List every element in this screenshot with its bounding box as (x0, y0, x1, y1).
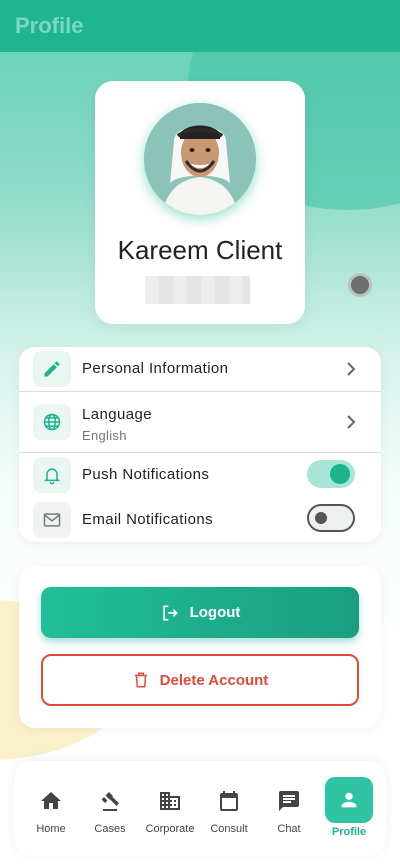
push-notifications-toggle[interactable] (307, 460, 355, 488)
status-indicator (348, 273, 372, 297)
nav-item-profile[interactable] (325, 777, 373, 823)
email-notifications-label: Email Notifications (82, 511, 213, 528)
page-title: Profile (15, 13, 84, 38)
person-icon (341, 792, 357, 808)
toggle-knob (315, 512, 327, 524)
trash-icon (134, 672, 147, 688)
gavel-icon (101, 792, 119, 811)
delete-account-label: Delete Account (159, 671, 269, 689)
nav-label: Home (36, 823, 66, 835)
account-actions-card: Logout Delete Account (19, 566, 381, 728)
settings-card: Personal Information Language English Pu… (19, 347, 381, 542)
mail-icon (33, 502, 71, 538)
app-bar: Profile (0, 0, 400, 52)
delete-account-button[interactable]: Delete Account (41, 654, 359, 706)
nav-item-consult[interactable]: Consult (199, 789, 259, 835)
globe-icon (33, 404, 71, 440)
nav-label: Chat (277, 823, 301, 835)
nav-item-chat[interactable]: Chat (259, 789, 319, 835)
logout-label: Logout (189, 604, 241, 621)
email-notifications-toggle[interactable] (307, 504, 355, 532)
redacted-email (145, 276, 250, 304)
home-icon (41, 792, 61, 809)
logout-button[interactable]: Logout (41, 587, 359, 638)
nav-label: Consult (210, 823, 248, 835)
nav-item-corporate[interactable]: Corporate (140, 789, 200, 835)
pencil-icon (33, 351, 71, 387)
chevron-right-icon (347, 415, 356, 429)
bottom-navigation: Home Cases Corporate Consult Chat Profil… (14, 761, 386, 856)
nav-label-active: Profile (331, 826, 367, 838)
language-row[interactable]: Language English (19, 392, 381, 452)
email-notifications-row: Email Notifications (19, 498, 381, 542)
personal-information-label: Personal Information (82, 360, 229, 377)
nav-label: Cases (94, 823, 126, 835)
push-notifications-label: Push Notifications (82, 466, 210, 483)
toggle-knob (330, 464, 350, 484)
logout-icon (162, 605, 178, 620)
language-label: Language (82, 406, 152, 423)
nav-item-cases[interactable]: Cases (80, 789, 140, 835)
user-name: Kareem Client (117, 235, 283, 265)
push-notifications-row: Push Notifications (19, 453, 381, 498)
personal-information-row[interactable]: Personal Information (19, 347, 381, 392)
chat-icon (279, 791, 299, 811)
profile-card: Kareem Client (95, 81, 305, 324)
nav-label: Corporate (145, 823, 195, 835)
chevron-right-icon (347, 362, 356, 376)
bell-icon (33, 457, 71, 493)
avatar[interactable] (144, 103, 256, 215)
avatar-portrait (144, 103, 256, 215)
calendar-icon (220, 791, 238, 811)
language-value: English (82, 428, 127, 443)
building-icon (160, 792, 180, 810)
nav-item-home[interactable]: Home (21, 789, 81, 835)
